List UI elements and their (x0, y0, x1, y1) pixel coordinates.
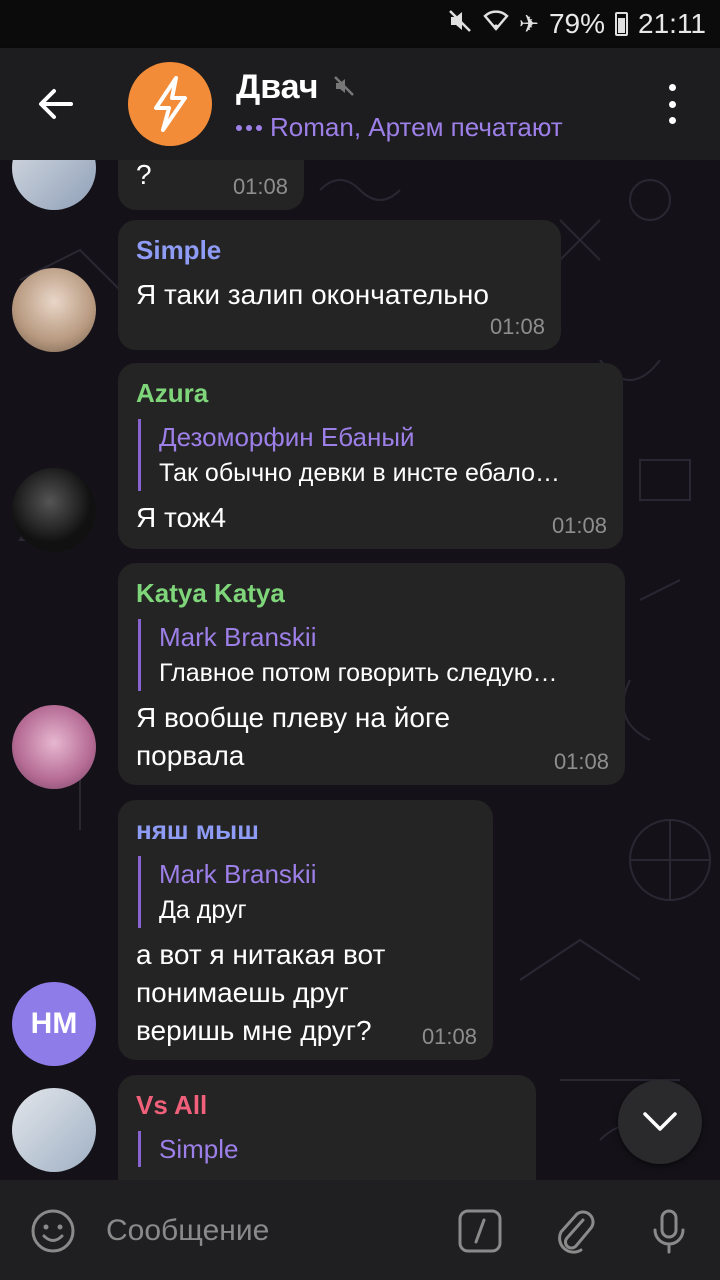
reply-text: Главное потом говорить следую… (159, 659, 558, 687)
reply-quote[interactable]: Mark Branskii Главное потом говорить сле… (138, 619, 607, 691)
reply-text: Так обычно девки в инсте ебало… (159, 459, 560, 487)
avatar[interactable] (12, 468, 96, 552)
message-bubble[interactable]: Azura Дезоморфин Ебаный Так обычно девки… (118, 363, 623, 549)
smiley-icon (31, 1209, 75, 1253)
reply-name: Дезоморфин Ебаный (159, 422, 415, 452)
scroll-to-bottom-button[interactable] (618, 1080, 702, 1164)
wifi-icon (483, 9, 509, 40)
message-bubble[interactable]: Simple Я таки залип окончательно 01:08 (118, 220, 561, 350)
typing-indicator: Roman, Артем печатают (236, 112, 563, 143)
sender-name[interactable]: Katya Katya (136, 577, 607, 609)
message-text: Я тож4 (136, 502, 227, 533)
message-bubble[interactable]: ? 01:08 (118, 160, 304, 210)
message-bubble[interactable]: Katya Katya Mark Branskii Главное потом … (118, 563, 625, 785)
message-text: ? (136, 160, 152, 190)
typing-dots-icon (236, 124, 262, 131)
lightning-icon (154, 76, 187, 132)
slash-command-icon (458, 1209, 502, 1253)
avatar[interactable] (12, 1088, 96, 1172)
back-button[interactable] (30, 82, 80, 126)
chat-header: Двач Roman, Артем печатают (0, 48, 720, 160)
avatar[interactable] (12, 705, 96, 789)
reply-name: Mark Branskii (159, 859, 317, 889)
paperclip-icon (558, 1210, 595, 1254)
clock: 21:11 (638, 8, 706, 39)
battery-icon (615, 12, 628, 36)
more-menu-button[interactable] (654, 84, 690, 124)
chat-avatar[interactable] (128, 62, 212, 146)
message-text: а вот я нитакая вот понимаешь друг вериш… (136, 939, 386, 1046)
typing-text: Roman, Артем печатают (270, 112, 563, 142)
message-time: 01:08 (421, 1024, 477, 1049)
message-time: 01:08 (553, 749, 609, 774)
sender-name[interactable]: Simple (136, 234, 543, 266)
chat-messages[interactable]: ? 01:08 Simple Я таки залип окончательно… (0, 160, 720, 1180)
attach-button[interactable] (550, 1206, 600, 1256)
reply-quote[interactable]: Simple (138, 1131, 518, 1167)
avatar-initials-text: НМ (30, 1007, 78, 1040)
message-input-bar: Сообщение (0, 1180, 720, 1280)
mute-speaker-icon (447, 8, 473, 41)
message-text: Я вообще плеву на йоге порвала (136, 702, 451, 771)
sender-name[interactable]: няш мыш (136, 814, 475, 846)
message-text: Я таки залип окончательно (136, 279, 489, 310)
message-input[interactable]: Сообщение (106, 1214, 269, 1248)
muted-icon (332, 74, 356, 103)
voice-record-button[interactable] (644, 1206, 694, 1256)
airplane-icon: ✈ (518, 10, 539, 38)
battery-percent: 79% (548, 8, 605, 39)
message-time: 01:08 (232, 174, 288, 199)
bot-command-button[interactable] (455, 1206, 505, 1256)
reply-quote[interactable]: Mark Branskii Да друг (138, 856, 475, 928)
reply-name: Mark Branskii (159, 622, 317, 652)
message-time: 01:08 (551, 513, 607, 538)
reply-name: Simple (159, 1134, 239, 1164)
status-bar: ✈ 79% 21:11 (0, 0, 720, 48)
avatar[interactable] (12, 268, 96, 352)
reply-text: Да друг (159, 896, 247, 924)
chevron-down-icon (643, 1112, 677, 1131)
message-time: 01:08 (489, 314, 545, 339)
sender-name[interactable]: Vs All (136, 1089, 518, 1121)
avatar-initials[interactable]: НМ (12, 982, 96, 1066)
sender-name[interactable]: Azura (136, 377, 605, 409)
chat-title[interactable]: Двач (236, 68, 318, 107)
emoji-button[interactable] (28, 1206, 78, 1256)
message-bubble[interactable]: няш мыш Mark Branskii Да друг а вот я ни… (118, 800, 493, 1060)
arrow-left-icon (39, 89, 73, 119)
message-bubble[interactable]: Vs All Simple (118, 1075, 536, 1180)
reply-quote[interactable]: Дезоморфин Ебаный Так обычно девки в инс… (138, 419, 605, 491)
microphone-icon (653, 1209, 685, 1254)
